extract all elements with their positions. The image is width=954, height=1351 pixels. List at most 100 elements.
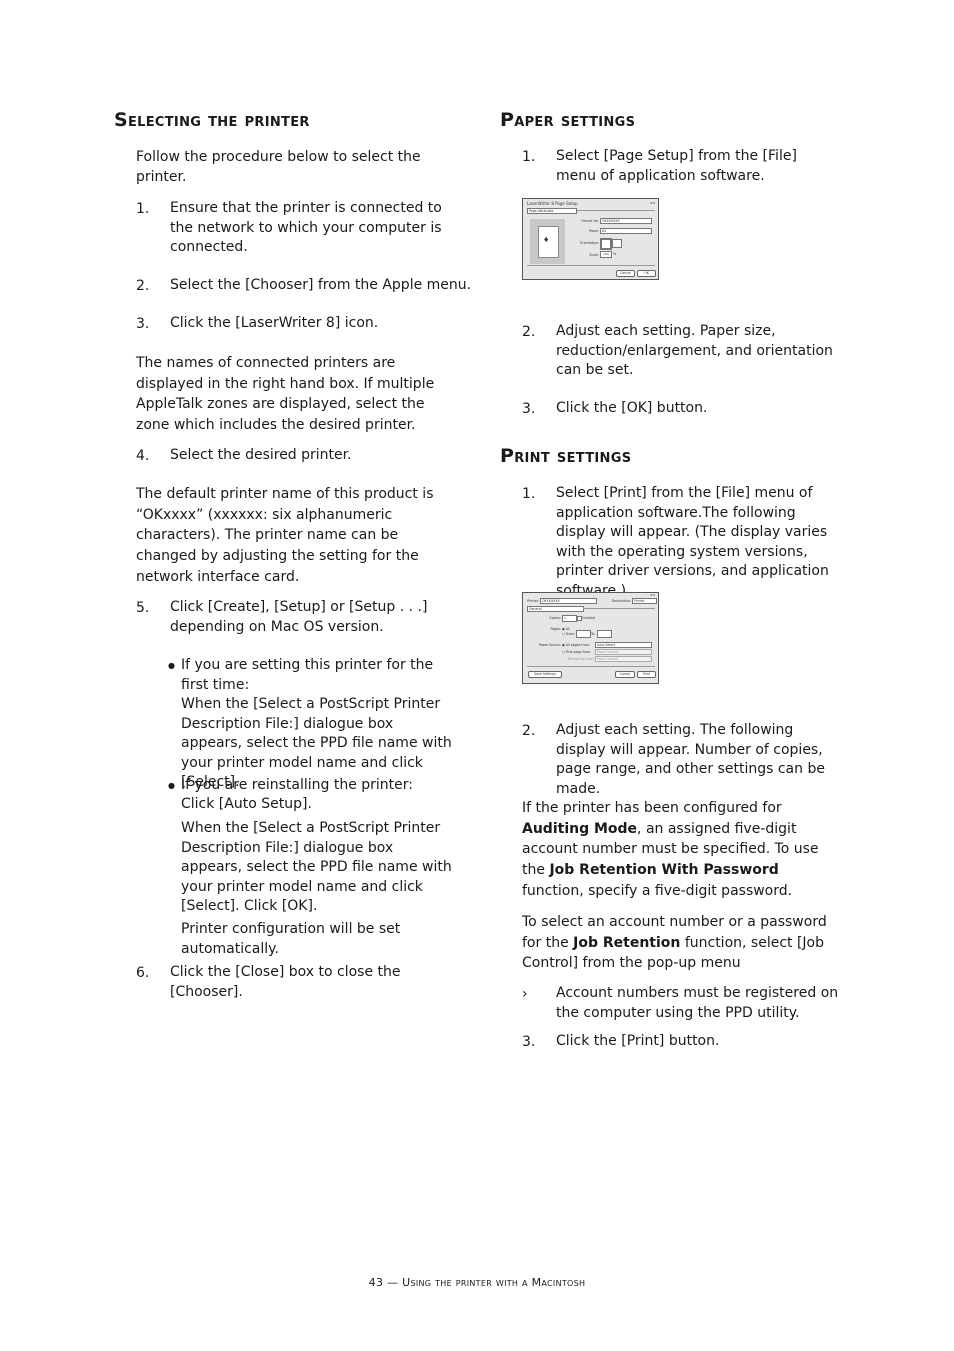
ok-button: OK	[637, 270, 656, 277]
save-settings-button: Save Settings	[528, 671, 562, 678]
pages-all-radio: ◉ All	[562, 627, 570, 631]
copies-label: Copies:	[549, 616, 561, 620]
dialog-version: 8.6	[650, 201, 655, 205]
step-text: Ensure that the printer is connected to …	[170, 200, 442, 255]
all-pages-source-dropdown: Auto Select	[595, 642, 652, 648]
step-number: 2.	[136, 278, 150, 294]
step-text: Select the desired printer.	[170, 447, 352, 463]
cancel-button: Cancel	[616, 270, 635, 277]
step-number: 4.	[136, 448, 150, 464]
text: If the printer has been configured for	[522, 800, 782, 816]
copies-input: 1	[562, 615, 577, 622]
printer-value: OKXXXXXX	[542, 599, 560, 603]
paper-dropdown: A4	[600, 228, 652, 234]
paper-source-label: Paper Source:	[538, 643, 561, 647]
scale-unit: %	[613, 252, 617, 256]
dialog-title: LaserWriter 8 Page Setup	[527, 201, 578, 206]
source-value: Auto Select	[597, 643, 616, 647]
section-heading-print-settings: Print settings	[500, 445, 632, 467]
divider	[583, 608, 655, 609]
printer-dropdown: OKXXXXXX	[540, 598, 597, 604]
section-heading-paper-settings: Paper settings	[500, 109, 636, 131]
menu-value: Page Attributes	[529, 209, 554, 213]
step-text: Click [Create], [Setup] or [Setup . . .]…	[170, 599, 428, 635]
format-value: OKXXXXXX	[602, 219, 620, 223]
step-text: Select the [Chooser] from the Apple menu…	[170, 277, 472, 293]
all-pages-from-label: All pages from:	[565, 643, 590, 647]
first-page-source-dropdown: Paper Variant	[595, 649, 652, 655]
step-number: 2.	[522, 324, 536, 340]
remaining-from-label: Remaining from:	[567, 657, 594, 661]
bullet-paragraph: Printer configuration will be set automa…	[181, 921, 401, 957]
bullet-body: Click [Auto Setup].	[181, 796, 312, 812]
all-pages-from-radio: ◉ All pages from:	[562, 643, 590, 647]
landscape-orientation-icon	[612, 239, 622, 248]
page-footer: 43 — Using the printer with a Macintosh	[368, 1276, 586, 1289]
dogcow-icon: ♦	[543, 236, 550, 244]
to-input	[597, 630, 612, 638]
print-button: Print	[637, 671, 656, 678]
bullet-paragraph: When the [Select a PostScript Printer De…	[181, 820, 452, 914]
chevron-right-icon: ›	[522, 986, 528, 1002]
auditing-mode-paragraph: If the printer has been configured for A…	[522, 798, 840, 902]
scale-input: 100	[600, 251, 612, 258]
page-preview-frame: ♦	[530, 219, 565, 264]
divider	[527, 666, 655, 667]
step-number: 3.	[136, 316, 150, 332]
step-number: 1.	[136, 201, 150, 217]
scale-label: Scale:	[589, 253, 599, 257]
from-input	[576, 630, 591, 638]
format-label: Format for:	[581, 219, 599, 223]
step-number: 2.	[522, 723, 536, 739]
printers-displayed-paragraph: The names of connected printers are disp…	[136, 355, 435, 434]
paper-value: A4	[602, 229, 607, 233]
print-dialog-screenshot: Printer: OKXXXXXX Destination: Printer 8…	[522, 592, 659, 684]
menu-value: General	[529, 607, 542, 611]
step-text: Click the [OK] button.	[556, 400, 708, 416]
step-number: 3.	[522, 1034, 536, 1050]
first-page-from-label: First page from:	[565, 650, 591, 654]
orientation-label: Orientation:	[579, 241, 599, 245]
step-text: Select [Page Setup] from the [File] menu…	[556, 148, 797, 184]
printer-label: Printer:	[527, 599, 539, 603]
source-value: Paper Variant	[597, 657, 619, 661]
auditing-mode-term: Auditing Mode	[522, 820, 638, 837]
page-setup-dialog-screenshot: LaserWriter 8 Page Setup 8.6 Page Attrib…	[522, 198, 659, 280]
divider	[577, 210, 655, 211]
dialog-version: 8.6	[650, 593, 655, 597]
step-number: 6.	[136, 965, 150, 981]
bullet-dot-icon: ●	[168, 781, 175, 790]
pages-from-radio: ○ From:	[562, 632, 575, 636]
menu-dropdown: General	[527, 606, 584, 612]
paper-label: Paper:	[588, 229, 599, 233]
text: function, specify a five-digit password.	[522, 882, 793, 899]
destination-value: Printer	[634, 599, 645, 603]
divider	[527, 265, 655, 266]
all-label: All	[565, 627, 570, 631]
step-number: 1.	[522, 149, 536, 165]
collated-label: Collated	[582, 616, 596, 620]
default-printer-name-paragraph: The default printer name of this product…	[136, 486, 434, 585]
step-text: Adjust each setting. Paper size, reducti…	[556, 323, 833, 378]
step-text: Click the [LaserWriter 8] icon.	[170, 315, 379, 331]
step-number: 1.	[522, 486, 536, 502]
note-text: Account numbers must be registered on th…	[556, 985, 839, 1021]
destination-dropdown: Printer	[632, 598, 657, 604]
menu-dropdown: Page Attributes	[527, 208, 577, 214]
job-retention-term: Job Retention	[573, 934, 681, 951]
step-text: Adjust each setting. The following displ…	[556, 722, 825, 797]
page-preview: ♦	[538, 226, 559, 258]
job-retention-paragraph: To select an account number or a passwor…	[522, 912, 840, 974]
step-number: 3.	[522, 401, 536, 417]
intro-paragraph: Follow the procedure below to select the…	[136, 149, 421, 185]
section-heading-selecting-printer: Selecting the printer	[114, 109, 310, 131]
source-value: Paper Variant	[597, 650, 619, 654]
step-text: Select [Print] from the [File] menu of a…	[556, 485, 829, 599]
step-number: 5.	[136, 600, 150, 616]
bullet-heading: If you are reinstalling the printer:	[181, 777, 413, 793]
to-label: To:	[591, 632, 596, 636]
destination-label: Destination:	[611, 599, 631, 603]
cancel-button: Cancel	[615, 671, 635, 678]
job-retention-password-term: Job Retention With Password	[549, 862, 779, 879]
bullet-heading: If you are setting this printer for the …	[181, 657, 434, 693]
